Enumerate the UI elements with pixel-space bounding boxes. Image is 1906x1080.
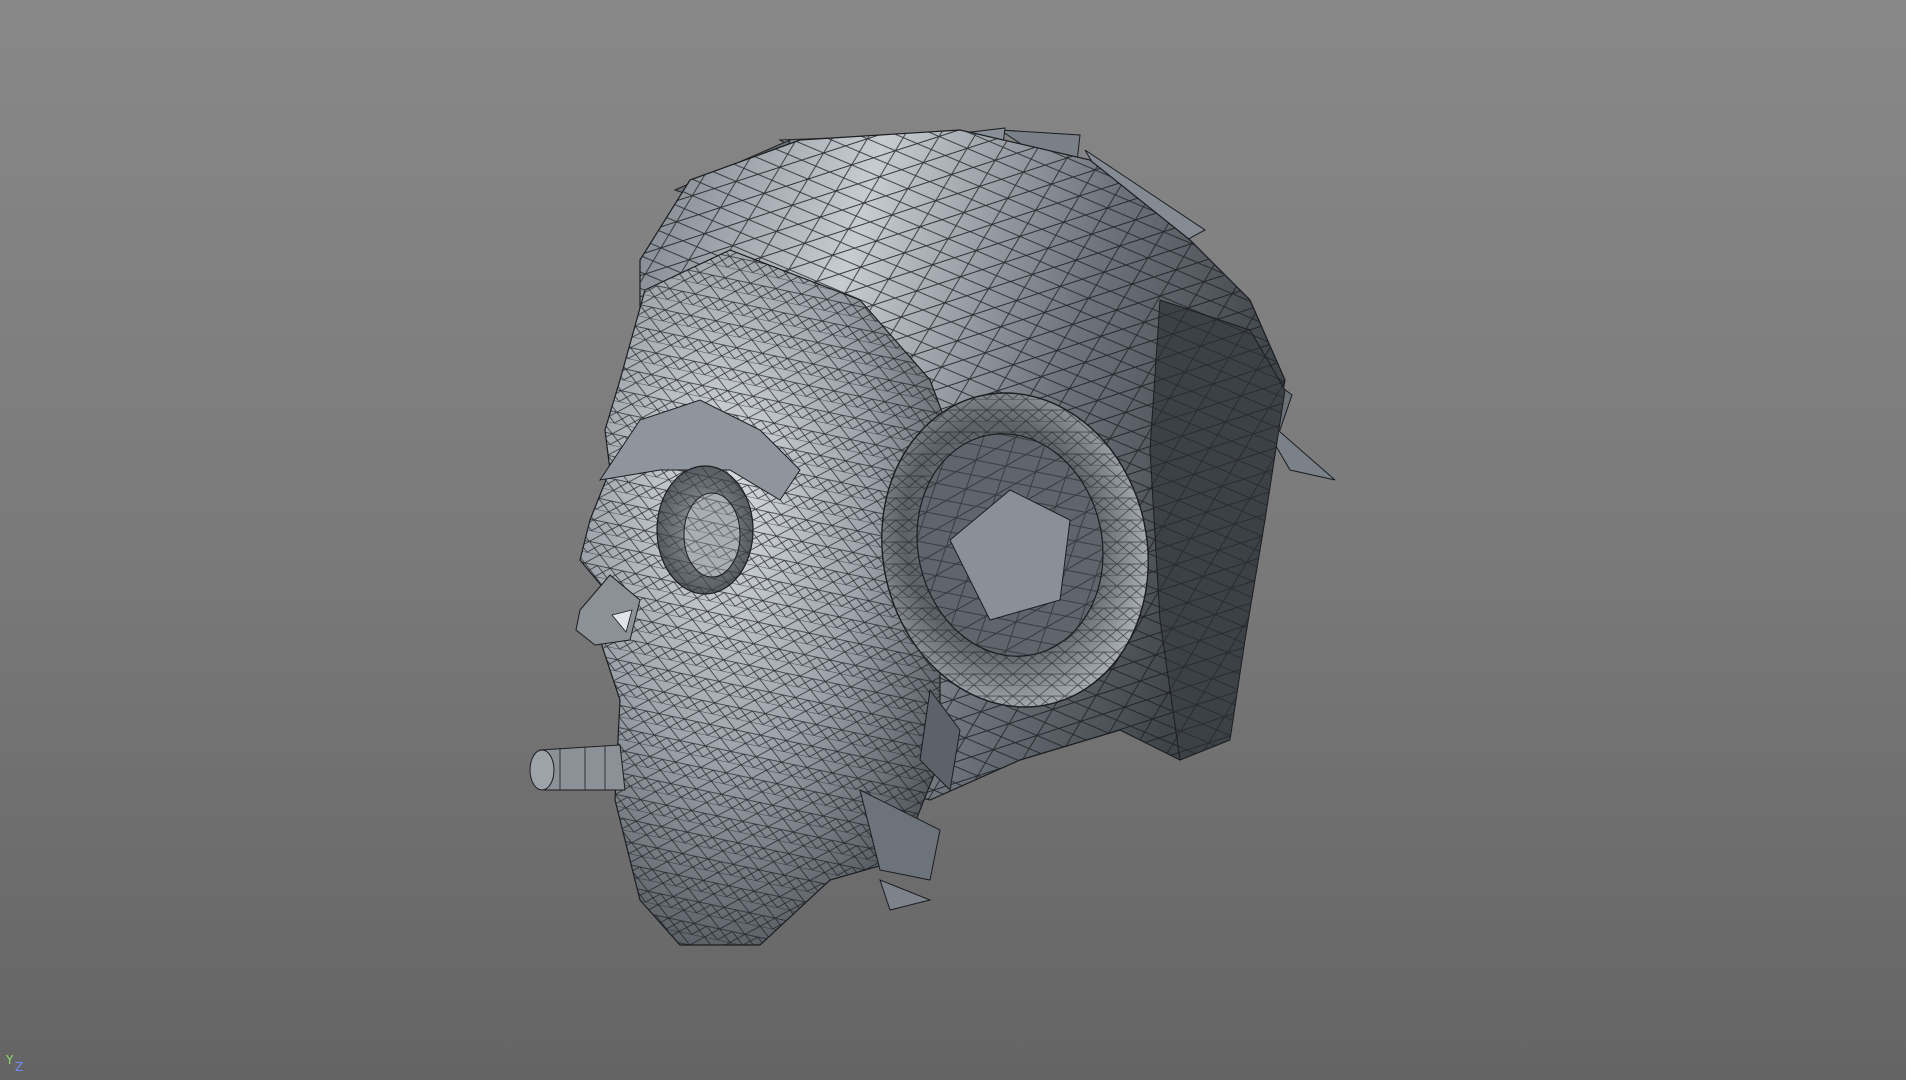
- monkey-head-mesh[interactable]: [0, 0, 1906, 1080]
- 3d-viewport[interactable]: Y Z: [0, 0, 1906, 1080]
- mouth-tube: [529, 744, 626, 791]
- axis-gizmo: Y Z: [4, 1054, 28, 1078]
- axis-z-label: Z: [15, 1060, 24, 1074]
- eye-socket: [656, 465, 754, 595]
- axis-y-label: Y: [6, 1053, 14, 1067]
